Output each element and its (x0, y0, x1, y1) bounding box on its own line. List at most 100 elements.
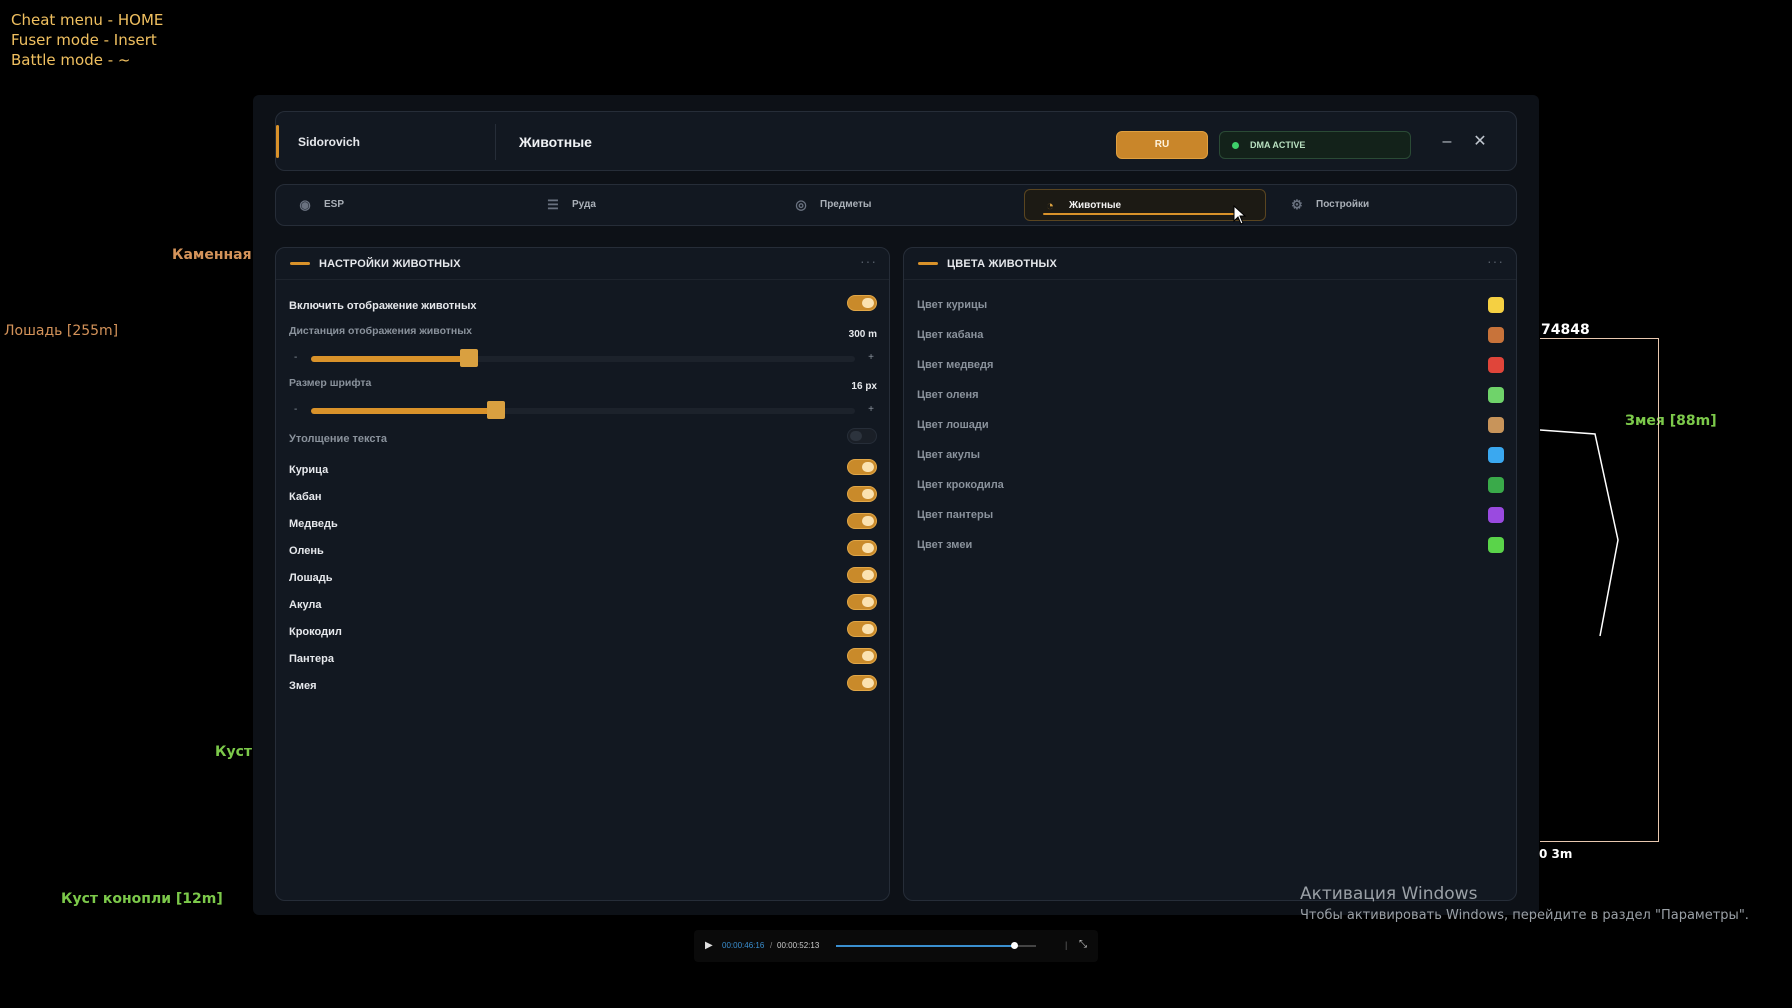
color-swatch[interactable] (1488, 417, 1504, 433)
section-accent (918, 262, 938, 265)
color-label: Цвет лошади (917, 419, 989, 431)
font-size-increase-button[interactable]: + (868, 404, 874, 415)
animal-toggle[interactable] (847, 513, 877, 529)
hint-battle-mode: Battle mode - ~ (11, 51, 131, 69)
minimize-button[interactable]: – (1433, 128, 1461, 156)
more-icon[interactable]: ··· (1487, 253, 1504, 269)
windows-activation-watermark: Активация Windows Чтобы активировать Win… (1300, 884, 1749, 923)
dma-status-label: DMA ACTIVE (1250, 140, 1306, 150)
animal-label: Олень (289, 545, 324, 557)
seek-bar[interactable] (836, 942, 1036, 949)
color-swatch[interactable] (1488, 537, 1504, 553)
esp-label-distance: 0 3m (1539, 847, 1573, 861)
gear-icon: ⚙ (1291, 197, 1303, 212)
seek-bar-fill (836, 945, 1014, 947)
close-button[interactable]: ✕ (1466, 128, 1494, 156)
color-swatch[interactable] (1488, 477, 1504, 493)
media-player: ▶ 00:00:46:16 / 00:00:52:13 | ⤡ (694, 930, 1098, 962)
hint-cheat-menu: Cheat menu - HOME (11, 11, 164, 29)
tab-label: Животные (1069, 200, 1122, 211)
tab-animals[interactable]: ◔ Животные (1024, 189, 1266, 221)
esp-skeleton (1540, 429, 1619, 637)
page-title: Животные (519, 134, 592, 150)
font-size-slider[interactable] (311, 401, 855, 419)
distance-slider-thumb[interactable] (459, 349, 478, 367)
font-size-slider-fill (311, 408, 496, 414)
color-swatch[interactable] (1488, 297, 1504, 313)
color-label: Цвет медведя (917, 359, 994, 371)
color-swatch[interactable] (1488, 327, 1504, 343)
animal-label: Акула (289, 599, 322, 611)
activation-subtitle: Чтобы активировать Windows, перейдите в … (1300, 908, 1749, 923)
title-accent (276, 125, 279, 158)
animal-label: Лошадь (289, 572, 333, 584)
distance-decrease-button[interactable]: - (294, 352, 297, 363)
animal-label: Крокодил (289, 626, 342, 638)
target-icon: ◎ (795, 197, 807, 212)
distance-increase-button[interactable]: + (868, 352, 874, 363)
animal-label: Медведь (289, 518, 338, 530)
font-size-decrease-button[interactable]: - (294, 404, 297, 415)
tab-label: Предметы (820, 199, 872, 210)
bold-text-toggle[interactable] (847, 428, 877, 444)
eye-icon: ◉ (299, 197, 311, 212)
esp-label-bush: Куст конопли [12m] (61, 891, 223, 907)
expand-icon[interactable]: ⤡ (1079, 939, 1087, 950)
esp-label-horse: Лошадь [255m] (4, 323, 119, 339)
animal-toggle[interactable] (847, 621, 877, 637)
color-swatch[interactable] (1488, 447, 1504, 463)
current-time: 00:00:46:16 (722, 941, 765, 950)
section-title: НАСТРОЙКИ ЖИВОТНЫХ (319, 258, 461, 270)
title-bar: Sidorovich Животные RU DMA ACTIVE – ✕ (275, 111, 1517, 171)
tab-buildings[interactable]: ⚙ Постройки (1272, 189, 1508, 221)
animal-toggle[interactable] (847, 540, 877, 556)
animal-toggle[interactable] (847, 459, 877, 475)
section-accent (290, 262, 310, 265)
app-name: Sidorovich (298, 135, 361, 149)
more-icon[interactable]: ··· (860, 253, 877, 269)
tab-label: Постройки (1316, 199, 1370, 210)
active-tab-indicator (1043, 213, 1235, 215)
title-divider (495, 124, 496, 160)
gauge-icon: ◔ (1046, 198, 1054, 213)
animal-label: Кабан (289, 491, 322, 503)
seek-bar-knob[interactable] (1011, 942, 1018, 949)
hint-fuser-mode: Fuser mode - Insert (11, 31, 157, 49)
animal-toggle[interactable] (847, 486, 877, 502)
enable-animals-label: Включить отображение животных (289, 300, 477, 312)
play-icon[interactable]: ▶ (705, 940, 713, 951)
color-swatch[interactable] (1488, 387, 1504, 403)
tab-items[interactable]: ◎ Предметы (776, 189, 1012, 221)
distance-slider[interactable] (311, 349, 855, 367)
distance-slider-fill (311, 356, 469, 362)
color-swatch[interactable] (1488, 507, 1504, 523)
animal-toggle[interactable] (847, 567, 877, 583)
section-header: ЦВЕТА ЖИВОТНЫХ ··· (904, 248, 1516, 280)
esp-label-id: 74848 (1541, 322, 1590, 338)
distance-value: 300 m (848, 329, 877, 340)
distance-label: Дистанция отображения животных (289, 325, 473, 337)
animal-toggle[interactable] (847, 675, 877, 691)
tab-ore[interactable]: ☰ Руда (528, 189, 764, 221)
color-label: Цвет оленя (917, 389, 979, 401)
color-label: Цвет курицы (917, 299, 988, 311)
tab-esp[interactable]: ◉ ESP (280, 189, 516, 221)
font-size-label: Размер шрифта (289, 377, 372, 389)
enable-animals-toggle[interactable] (847, 295, 877, 311)
color-label: Цвет акулы (917, 449, 981, 461)
font-size-slider-thumb[interactable] (486, 401, 505, 419)
bold-text-label: Утолщение текста (289, 433, 387, 445)
color-label: Цвет пантеры (917, 509, 994, 521)
animal-settings-panel: НАСТРОЙКИ ЖИВОТНЫХ ··· Включить отображе… (275, 247, 890, 901)
animal-label: Курица (289, 464, 329, 476)
animal-label: Пантера (289, 653, 335, 665)
tab-bar: ◉ ESP ☰ Руда ◎ Предметы ◔ Животные ⚙ Пос… (275, 184, 1517, 226)
tab-label: ESP (324, 199, 345, 210)
animal-toggle[interactable] (847, 594, 877, 610)
color-swatch[interactable] (1488, 357, 1504, 373)
section-title: ЦВЕТА ЖИВОТНЫХ (947, 258, 1057, 270)
animal-toggle[interactable] (847, 648, 877, 664)
tab-label: Руда (572, 199, 596, 210)
language-button[interactable]: RU (1116, 131, 1208, 159)
sliders-icon: ☰ (547, 197, 559, 212)
